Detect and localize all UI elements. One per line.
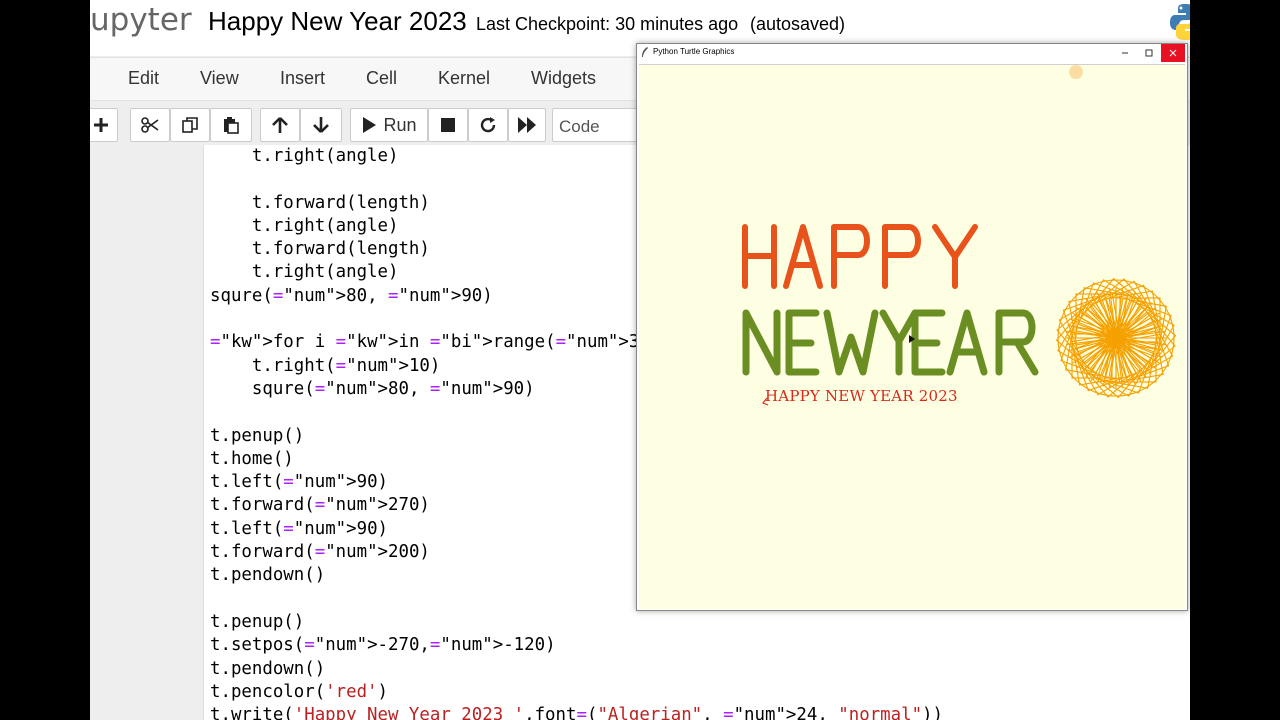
python-logo-icon xyxy=(1170,4,1190,40)
code-line: t.pendown() xyxy=(210,658,326,679)
copy-button[interactable] xyxy=(170,108,210,142)
paste-icon xyxy=(224,117,239,134)
left-black-bar xyxy=(0,0,90,720)
move-up-button[interactable] xyxy=(260,108,300,142)
stop-icon xyxy=(441,118,455,132)
run-button-label: Run xyxy=(383,114,417,135)
maximize-button[interactable] xyxy=(1137,44,1161,62)
move-down-button[interactable] xyxy=(300,108,342,142)
feather-icon xyxy=(642,47,648,57)
copy-icon xyxy=(182,117,198,133)
code-line: t.write('Happy New Year 2023 ',font=("Al… xyxy=(210,705,943,720)
run-button[interactable]: Run xyxy=(350,108,428,142)
interrupt-kernel-button[interactable] xyxy=(428,108,468,142)
mouse-cursor-icon xyxy=(1069,65,1083,79)
jupyter-logo[interactable]: upyter xyxy=(90,2,192,38)
right-black-bar xyxy=(1190,0,1280,720)
menu-view[interactable]: View xyxy=(200,68,239,89)
minimize-icon xyxy=(1122,52,1128,54)
plus-icon xyxy=(94,118,108,132)
paste-button[interactable] xyxy=(210,108,252,142)
restart-run-all-button[interactable] xyxy=(508,108,546,142)
arrow-down-icon xyxy=(313,117,329,133)
window-title: Python Turtle Graphics xyxy=(653,47,735,56)
close-button[interactable] xyxy=(1161,44,1185,62)
play-icon xyxy=(363,117,377,133)
scissors-icon xyxy=(141,117,159,133)
turtle-written-text: HAPPY NEW YEAR 2023 xyxy=(765,387,958,405)
code-line: t.pencolor('red') xyxy=(210,681,389,702)
add-cell-button[interactable] xyxy=(90,108,118,142)
code-line: t.penup() xyxy=(210,611,305,632)
new-year-letters xyxy=(742,309,1039,376)
screen: upyter Happy New Year 2023 Last Checkpoi… xyxy=(0,0,1280,720)
turtle-drawing xyxy=(742,224,1177,406)
menu-insert[interactable]: Insert xyxy=(280,68,325,89)
maximize-icon xyxy=(1145,49,1153,57)
cut-button[interactable] xyxy=(130,108,170,142)
turtle-canvas[interactable]: HAPPY NEW YEAR 2023 xyxy=(639,64,1185,609)
autosave-status: (autosaved) xyxy=(750,14,846,34)
menu-edit[interactable]: Edit xyxy=(128,68,159,89)
menu-widgets[interactable]: Widgets xyxy=(531,68,596,89)
spiral-square-flower xyxy=(1055,277,1177,399)
restart-kernel-button[interactable] xyxy=(468,108,508,142)
menu-kernel[interactable]: Kernel xyxy=(438,68,490,89)
arrow-up-icon xyxy=(272,117,288,133)
checkpoint-status: Last Checkpoint: 30 minutes ago xyxy=(476,14,739,34)
close-icon xyxy=(1169,49,1177,57)
notebook-title[interactable]: Happy New Year 2023 xyxy=(208,6,467,37)
menu-cell[interactable]: Cell xyxy=(366,68,397,89)
turtle-graphics-window: Python Turtle Graphics HAPPY NEW YEAR 20… xyxy=(636,43,1188,611)
minimize-button[interactable] xyxy=(1113,44,1137,62)
code-line: t.setpos(="num">-270,="num">-120) xyxy=(210,635,556,656)
fast-forward-icon xyxy=(518,117,536,133)
happy-letters xyxy=(742,224,978,289)
window-title-bar[interactable]: Python Turtle Graphics xyxy=(637,44,1187,62)
refresh-icon xyxy=(480,117,496,133)
